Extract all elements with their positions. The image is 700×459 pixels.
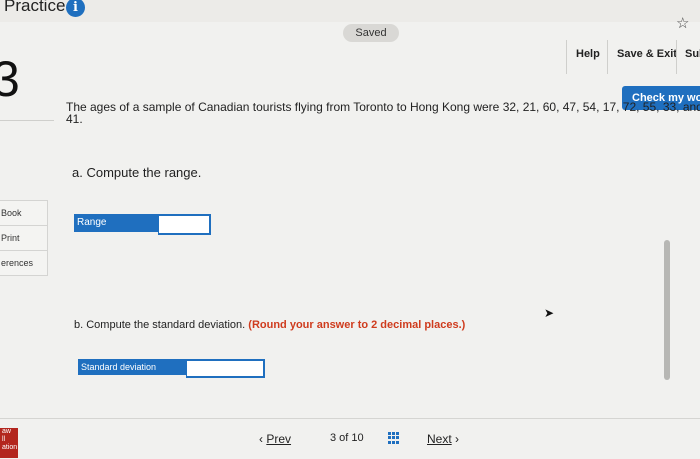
mouse-cursor-icon: ➤ [544, 306, 555, 320]
part-b-prompt: b. Compute the standard deviation. (Roun… [74, 319, 465, 331]
header-divider [566, 40, 567, 74]
page-indicator: 3 of 10 [330, 432, 364, 444]
standard-deviation-input[interactable] [186, 359, 265, 378]
next-label: Next [427, 432, 452, 446]
prev-button[interactable]: ‹ Prev [259, 432, 291, 446]
top-bar [0, 0, 700, 22]
part-a-prompt: a. Compute the range. [72, 165, 202, 180]
part-b-text: b. Compute the standard deviation. [74, 319, 246, 331]
standard-deviation-label: Standard deviation [78, 359, 186, 375]
sidebar-item-book[interactable]: Book [0, 200, 48, 226]
publisher-logo: aw ll ation [0, 428, 18, 458]
submit-button[interactable]: Sub [685, 48, 700, 60]
save-exit-button[interactable]: Save & Exit [617, 48, 677, 60]
chevron-left-icon: ‹ [259, 432, 263, 446]
grid-icon[interactable] [388, 432, 400, 444]
rounding-hint: (Round your answer to 2 decimal places.) [248, 319, 466, 331]
sidebar-divider [0, 120, 54, 121]
help-button[interactable]: Help [576, 48, 600, 60]
header-divider [676, 40, 677, 74]
prev-label: Prev [266, 432, 292, 446]
star-icon[interactable]: ☆ [676, 14, 689, 32]
chevron-right-icon: › [455, 432, 460, 446]
next-button[interactable]: Next › [427, 432, 459, 446]
header-divider [607, 40, 608, 74]
range-input[interactable] [158, 214, 211, 235]
sidebar-item-references[interactable]: erences [0, 250, 48, 276]
saved-status-badge: Saved [343, 24, 399, 42]
question-number: 3 [0, 51, 20, 107]
sidebar-item-print[interactable]: Print [0, 225, 48, 251]
range-label: Range [74, 214, 159, 232]
scrollbar[interactable] [664, 240, 670, 380]
question-text: The ages of a sample of Canadian tourist… [66, 100, 700, 126]
app-title: Practice [4, 0, 66, 15]
